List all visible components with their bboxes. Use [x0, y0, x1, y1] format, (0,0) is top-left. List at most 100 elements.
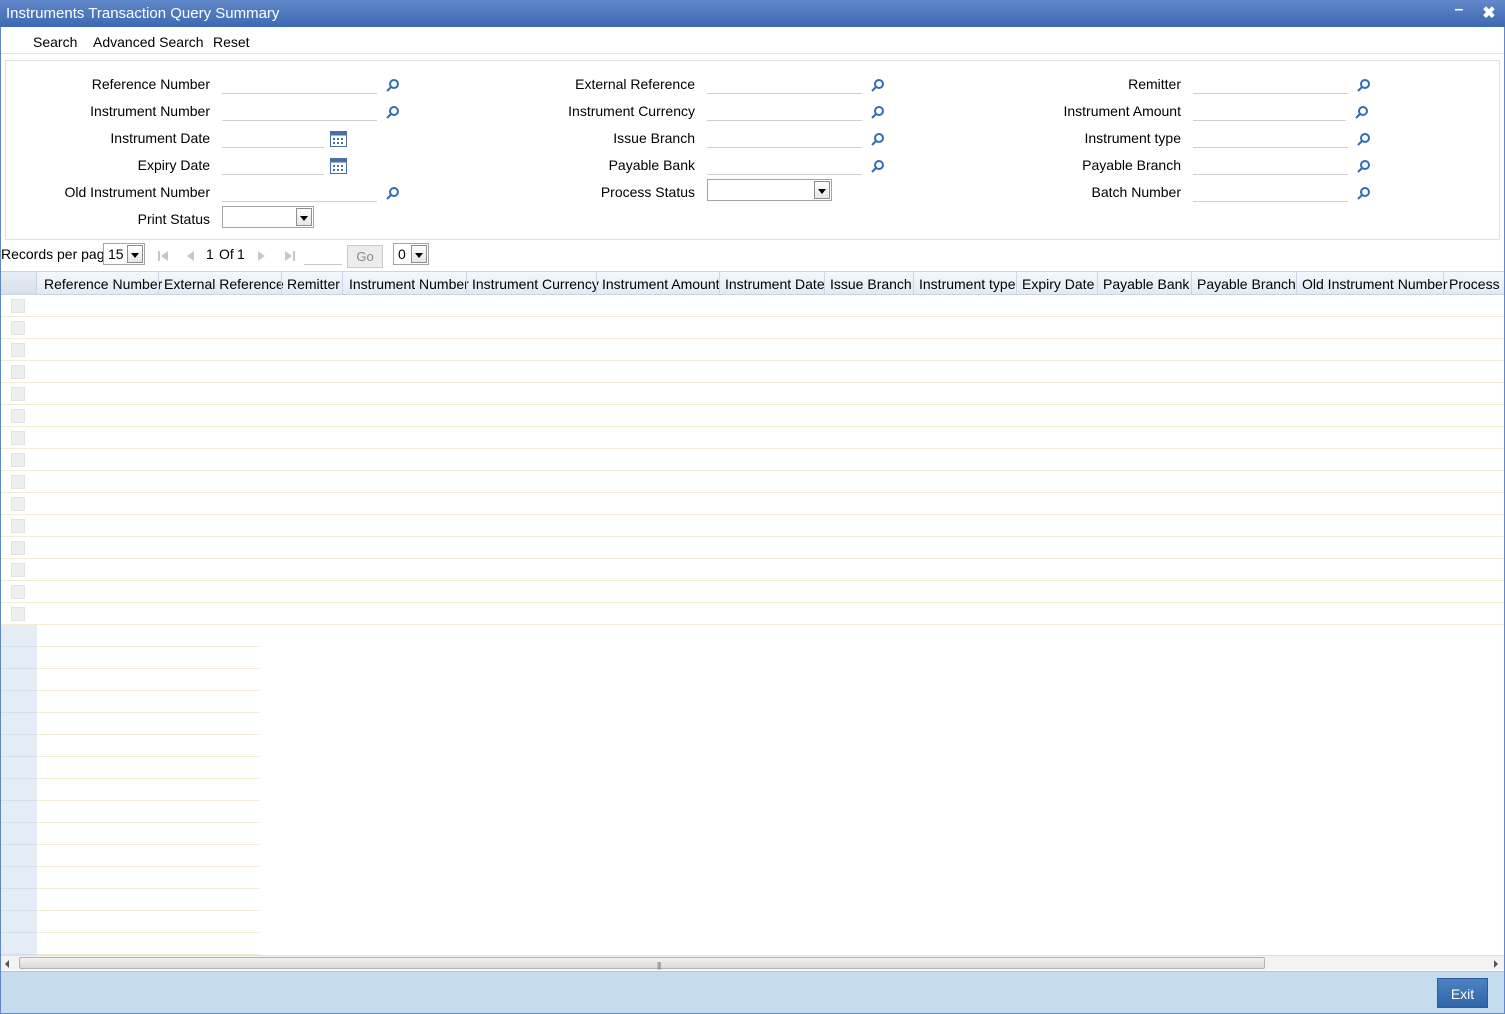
old-instrument-number-lookup-icon[interactable] [386, 186, 400, 200]
instrument-currency-field[interactable] [707, 101, 862, 121]
row-checkbox[interactable] [11, 497, 25, 511]
row-checkbox[interactable] [11, 475, 25, 489]
column-header[interactable]: External Reference [164, 276, 284, 292]
page-jump-select[interactable]: 0 [393, 243, 429, 265]
reference-number-lookup-icon[interactable] [386, 78, 400, 92]
minimize-icon[interactable]: – [1450, 1, 1468, 21]
column-header[interactable]: Payable Branch [1197, 276, 1296, 292]
row-checkbox[interactable] [11, 519, 25, 533]
column-divider[interactable] [466, 272, 467, 294]
column-divider[interactable] [596, 272, 597, 294]
column-divider[interactable] [913, 272, 914, 294]
reference-number-field[interactable] [222, 74, 377, 94]
row-checkbox[interactable] [11, 541, 25, 555]
payable-branch-lookup-icon[interactable] [1357, 159, 1371, 173]
column-header[interactable]: Remitter [287, 276, 340, 292]
column-divider[interactable] [1191, 272, 1192, 294]
payable-bank-field[interactable] [707, 155, 862, 175]
instrument-amount-lookup-icon[interactable] [1355, 105, 1369, 119]
row-checkbox[interactable] [11, 563, 25, 577]
row-checkbox[interactable] [11, 343, 25, 357]
table-row[interactable] [1, 339, 1504, 361]
column-header[interactable]: Issue Branch [830, 276, 912, 292]
scroll-right-icon[interactable] [1494, 960, 1498, 968]
column-header[interactable]: Process S [1449, 276, 1504, 292]
prev-page-icon[interactable] [184, 250, 196, 262]
column-header[interactable]: Instrument Number [349, 276, 469, 292]
row-checkbox[interactable] [11, 585, 25, 599]
table-row[interactable] [1, 427, 1504, 449]
column-divider[interactable] [158, 272, 159, 294]
horizontal-scrollbar[interactable]: ||| [1, 955, 1504, 970]
table-row[interactable] [1, 515, 1504, 537]
issue-branch-lookup-icon[interactable] [871, 132, 885, 146]
instrument-type-lookup-icon[interactable] [1357, 132, 1371, 146]
instrument-number-lookup-icon[interactable] [386, 105, 400, 119]
table-row[interactable] [1, 471, 1504, 493]
print-status-select[interactable] [222, 206, 314, 228]
table-row[interactable] [1, 537, 1504, 559]
process-status-select[interactable] [707, 179, 832, 201]
advanced-search-button[interactable]: Advanced Search [93, 34, 204, 50]
column-divider[interactable] [1296, 272, 1297, 294]
instrument-number-field[interactable] [222, 101, 377, 121]
table-row[interactable] [1, 383, 1504, 405]
reset-button[interactable]: Reset [213, 34, 250, 50]
column-divider[interactable] [719, 272, 720, 294]
table-row[interactable] [1, 317, 1504, 339]
row-checkbox[interactable] [11, 299, 25, 313]
row-checkbox[interactable] [11, 321, 25, 335]
column-header[interactable]: Reference Number [44, 276, 162, 292]
close-icon[interactable]: ✖ [1480, 3, 1498, 23]
exit-button[interactable]: Exit [1437, 978, 1488, 1008]
instrument-date-field[interactable] [222, 128, 324, 148]
table-row[interactable] [1, 295, 1504, 317]
scroll-left-icon[interactable] [5, 960, 9, 968]
row-checkbox[interactable] [11, 409, 25, 423]
column-header[interactable]: Instrument Date [725, 276, 825, 292]
records-per-page-select[interactable]: 15 [103, 243, 145, 265]
table-row[interactable] [1, 449, 1504, 471]
column-header[interactable]: Instrument type [919, 276, 1016, 292]
column-header[interactable]: Instrument Currency [472, 276, 599, 292]
go-button[interactable]: Go [347, 245, 383, 268]
column-divider[interactable] [1443, 272, 1444, 294]
row-checkbox[interactable] [11, 365, 25, 379]
row-checkbox[interactable] [11, 387, 25, 401]
scrollbar-thumb[interactable]: ||| [19, 957, 1265, 970]
batch-number-field[interactable] [1193, 182, 1348, 202]
instrument-amount-field[interactable] [1193, 101, 1346, 121]
row-checkbox[interactable] [11, 453, 25, 467]
column-divider[interactable] [1097, 272, 1098, 294]
old-instrument-number-field[interactable] [222, 182, 377, 202]
last-page-icon[interactable] [284, 250, 296, 262]
remitter-field[interactable] [1193, 74, 1348, 94]
table-row[interactable] [1, 493, 1504, 515]
table-row[interactable] [1, 603, 1504, 625]
column-header[interactable]: Instrument Amount [602, 276, 720, 292]
column-divider[interactable] [1016, 272, 1017, 294]
next-page-icon[interactable] [256, 250, 268, 262]
row-checkbox[interactable] [11, 431, 25, 445]
table-row[interactable] [1, 581, 1504, 603]
table-row[interactable] [1, 405, 1504, 427]
instrument-type-field[interactable] [1193, 128, 1348, 148]
expiry-date-calendar-icon[interactable] [330, 158, 347, 174]
column-divider[interactable] [342, 272, 343, 294]
payable-bank-lookup-icon[interactable] [871, 159, 885, 173]
row-checkbox[interactable] [11, 607, 25, 621]
expiry-date-field[interactable] [222, 155, 324, 175]
table-row[interactable] [1, 361, 1504, 383]
batch-number-lookup-icon[interactable] [1357, 186, 1371, 200]
issue-branch-field[interactable] [707, 128, 862, 148]
column-header[interactable]: Payable Bank [1103, 276, 1189, 292]
go-to-page-input[interactable] [304, 264, 342, 265]
external-reference-field[interactable] [707, 74, 862, 94]
first-page-icon[interactable] [157, 250, 169, 262]
column-divider[interactable] [824, 272, 825, 294]
table-row[interactable] [1, 559, 1504, 581]
column-divider[interactable] [281, 272, 282, 294]
search-button[interactable]: Search [33, 34, 77, 50]
remitter-lookup-icon[interactable] [1357, 78, 1371, 92]
external-reference-lookup-icon[interactable] [871, 78, 885, 92]
